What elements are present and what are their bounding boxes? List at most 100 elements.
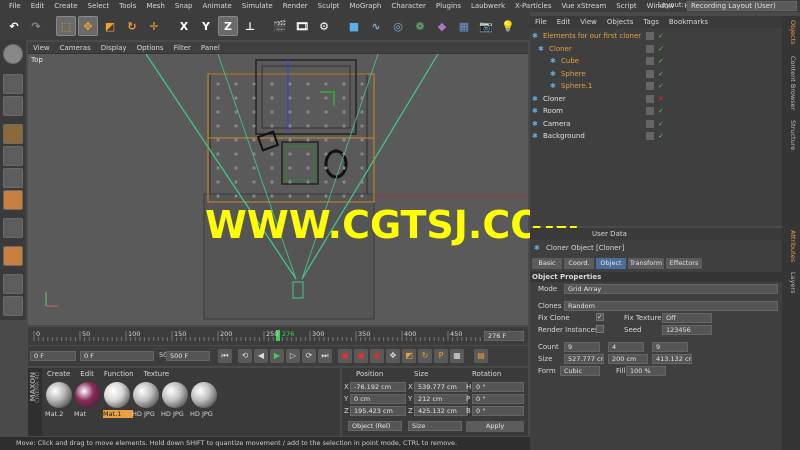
rotation-field[interactable]: 0 ° (472, 382, 524, 392)
count-y-field[interactable]: 4 (608, 342, 644, 352)
object-row[interactable]: ✱ Cloner ✓ (530, 43, 782, 55)
visibility-toggle[interactable] (646, 132, 654, 140)
menu-item-sculpt[interactable]: Sculpt (313, 2, 345, 10)
menu-item-laubwerk[interactable]: Laubwerk (466, 2, 510, 10)
rotate-tool-icon[interactable]: ↻ (122, 16, 142, 36)
position-field[interactable]: 195.423 cm (350, 406, 406, 416)
position-field[interactable]: 0 cm (350, 394, 406, 404)
menu-item-select[interactable]: Select (83, 2, 115, 10)
record-icon[interactable]: ● (338, 349, 352, 363)
end-frame-field[interactable]: 276 F (484, 331, 524, 341)
points-mode-icon[interactable] (3, 146, 23, 166)
go-start-icon[interactable]: ⏮ (218, 349, 232, 363)
material-swatch[interactable] (191, 382, 217, 408)
menu-item-simulate[interactable]: Simulate (237, 2, 278, 10)
fill-field[interactable]: 100 % (626, 366, 666, 376)
make-editable-icon[interactable] (3, 44, 23, 64)
object-menu-tags[interactable]: Tags (638, 18, 664, 26)
scale-tool-icon[interactable]: ◩ (100, 16, 120, 36)
side-tab-structure[interactable]: Structure (785, 120, 797, 150)
key-rotation-icon[interactable]: ↻ (418, 349, 432, 363)
start-frame-field[interactable]: 0 F (30, 351, 76, 361)
select-tool-icon[interactable]: ⬚ (56, 16, 76, 36)
mode-select[interactable]: Grid Array (564, 284, 778, 294)
snap-icon[interactable] (3, 274, 23, 294)
size-x-field[interactable]: 527.777 cm (564, 354, 604, 364)
tab-coord[interactable]: Coord. (564, 258, 594, 269)
enabled-icon[interactable]: ✓ (658, 43, 664, 55)
object-menu-view[interactable]: View (575, 18, 602, 26)
axis-mode-icon[interactable] (3, 218, 23, 238)
object-menu-bookmarks[interactable]: Bookmarks (664, 18, 713, 26)
material-menu-edit[interactable]: Edit (75, 368, 99, 379)
enabled-icon[interactable]: ✓ (658, 30, 664, 42)
clones-select[interactable]: Random (564, 301, 778, 311)
timeline-window-icon[interactable]: ▤ (474, 349, 488, 363)
axis-x-icon[interactable]: X (174, 16, 194, 36)
side-tab-objects[interactable]: Objects (785, 20, 797, 45)
disabled-icon[interactable]: ✕ (658, 93, 664, 105)
layout-select[interactable]: Recording Layout (User) (687, 1, 797, 11)
viewport-menu-panel[interactable]: Panel (196, 44, 225, 52)
enabled-icon[interactable]: ✓ (658, 118, 664, 130)
object-menu-edit[interactable]: Edit (552, 18, 576, 26)
coord-system-icon[interactable]: ⊥ (240, 16, 260, 36)
axis-y-icon[interactable]: Y (196, 16, 216, 36)
array-icon[interactable]: ❁ (410, 16, 430, 36)
tab-object[interactable]: Object (596, 258, 626, 269)
enabled-icon[interactable]: ✓ (658, 105, 664, 117)
size-mode-select[interactable]: Size (408, 421, 462, 431)
autokey-icon[interactable]: ● (354, 349, 368, 363)
menu-item-edit[interactable]: Edit (26, 2, 50, 10)
object-row[interactable]: ✱ Room ✓ (530, 105, 782, 117)
light-icon[interactable]: 💡 (498, 16, 518, 36)
fix-clone-checkbox[interactable]: ✓ (596, 313, 604, 321)
visibility-toggle[interactable] (646, 57, 654, 65)
menu-item-mograph[interactable]: MoGraph (345, 2, 387, 10)
material-swatch[interactable] (104, 382, 130, 408)
position-field[interactable]: -76.192 cm (350, 382, 406, 392)
undo-icon[interactable]: ↶ (4, 16, 24, 36)
play-icon[interactable]: ▶ (270, 349, 284, 363)
workplane-icon[interactable] (3, 124, 23, 144)
object-menu-file[interactable]: File (530, 18, 552, 26)
menu-item-character[interactable]: Character (386, 2, 431, 10)
object-row[interactable]: ✱ Camera ✓ (530, 118, 782, 130)
menu-item-render[interactable]: Render (278, 2, 313, 10)
menu-item-mesh[interactable]: Mesh (141, 2, 169, 10)
viewport[interactable]: Top (28, 53, 528, 325)
timeline[interactable]: 0 50 100 150 200 250 300 350 400 450 276 276 F (28, 327, 528, 345)
apply-button[interactable]: Apply (466, 421, 524, 432)
cube-primitive-icon[interactable]: ■ (344, 16, 364, 36)
floor-icon[interactable]: ▦ (454, 16, 474, 36)
spline-icon[interactable]: ∿ (366, 16, 386, 36)
menu-item-create[interactable]: Create (49, 2, 82, 10)
preview-start-field[interactable]: 0 F (80, 351, 154, 361)
camera-icon[interactable]: 📷 (476, 16, 496, 36)
menu-item-plugins[interactable]: Plugins (431, 2, 466, 10)
menu-item-script[interactable]: Script (611, 2, 641, 10)
key-param-icon[interactable]: P (434, 349, 448, 363)
viewport-menu-cameras[interactable]: Cameras (55, 44, 96, 52)
render-settings-icon[interactable]: ⚙ (314, 16, 334, 36)
visibility-toggle[interactable] (646, 94, 654, 103)
axis-z-icon[interactable]: Z (218, 16, 238, 36)
enabled-icon[interactable]: ✓ (658, 55, 664, 67)
prev-frame-icon[interactable]: ◀ (254, 349, 268, 363)
rotation-field[interactable]: 0 ° (472, 406, 524, 416)
end-field[interactable]: 500 F (166, 351, 210, 361)
size-field[interactable]: 425.132 cm (414, 406, 468, 416)
count-z-field[interactable]: 9 (652, 342, 688, 352)
object-row[interactable]: ✱ Elements for our first cloner ✓ (530, 30, 782, 42)
key-position-icon[interactable]: ✥ (386, 349, 400, 363)
coord-mode-select[interactable]: Object (Rel) (348, 421, 402, 431)
deformer-icon[interactable]: ◆ (432, 16, 452, 36)
visibility-toggle[interactable] (646, 32, 654, 40)
enabled-icon[interactable]: ✓ (658, 68, 664, 80)
visibility-toggle[interactable] (646, 82, 654, 90)
tab-transform[interactable]: Transform (628, 258, 664, 269)
object-row[interactable]: ✱ Sphere.1 ✓ (530, 80, 782, 92)
object-menu-objects[interactable]: Objects (602, 18, 638, 26)
object-row[interactable]: ✱ Sphere ✓ (530, 68, 782, 80)
prev-key-icon[interactable]: ⟲ (238, 349, 252, 363)
